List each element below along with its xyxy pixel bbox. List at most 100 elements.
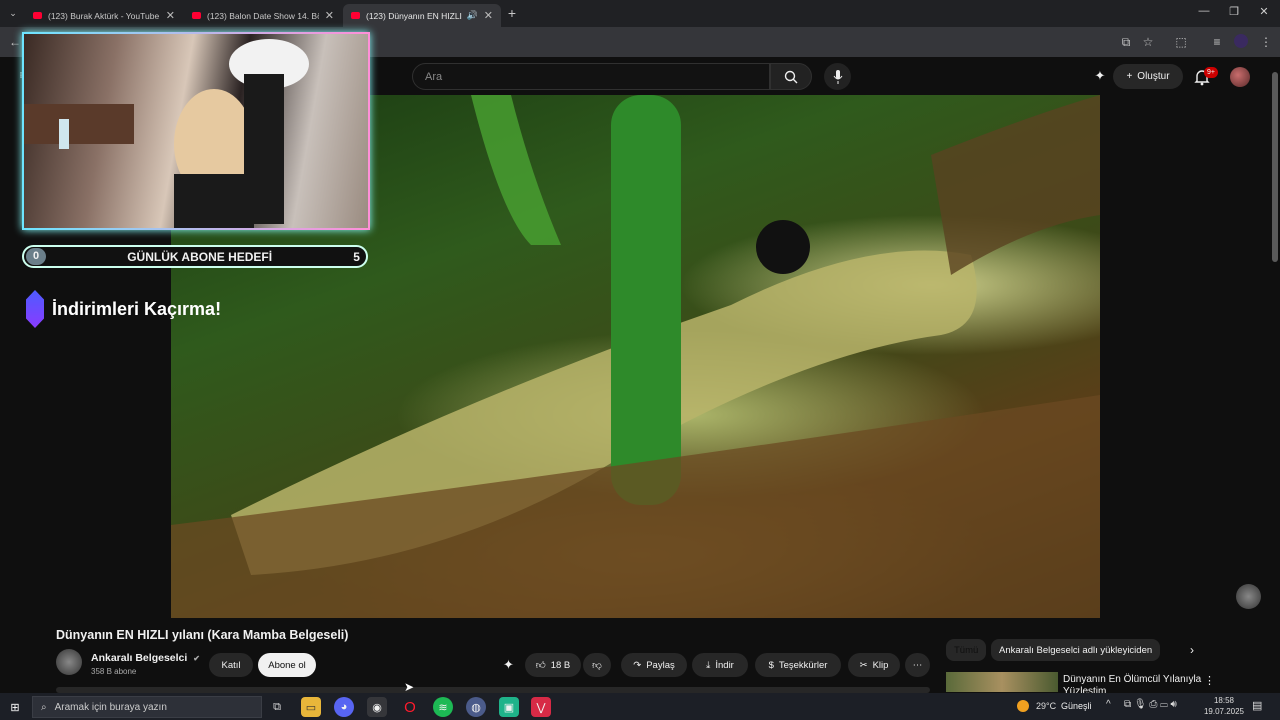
- thanks-label: Teşekkürler: [778, 659, 828, 671]
- tab-close-icon[interactable]: ✕: [166, 9, 175, 22]
- install-app-icon[interactable]: ⧉: [1117, 33, 1135, 51]
- tab-close-icon[interactable]: ✕: [325, 9, 334, 22]
- create-label: Oluştur: [1137, 71, 1170, 82]
- obs-icon[interactable]: ◍: [466, 697, 486, 717]
- search-icon: ⌕: [41, 701, 47, 713]
- taskbar-search-placeholder: Aramak için buraya yazın: [54, 701, 167, 713]
- youtube-favicon-icon: [351, 12, 360, 19]
- goal-target: 5: [353, 249, 360, 264]
- channel-avatar[interactable]: [56, 649, 82, 675]
- clip-button[interactable]: ✂ Klip: [848, 653, 900, 677]
- notification-center-icon[interactable]: ▤: [1252, 699, 1262, 712]
- verified-icon: ✔: [193, 654, 200, 663]
- menu-kebab-icon[interactable]: ⋮: [1257, 33, 1275, 51]
- weather-text[interactable]: Güneşli: [1061, 701, 1092, 711]
- media-control-icon[interactable]: ≡: [1208, 33, 1226, 51]
- thanks-icon: $: [768, 659, 774, 671]
- chip-all[interactable]: Tümü: [946, 639, 987, 661]
- opera-icon[interactable]: O: [400, 697, 420, 717]
- profile-icon[interactable]: [1234, 34, 1248, 48]
- bookmark-star-icon[interactable]: ☆: [1139, 33, 1157, 51]
- download-label: İndir: [715, 659, 734, 671]
- tab-audio-icon[interactable]: 🔊: [467, 10, 478, 21]
- search-input[interactable]: Ara: [412, 63, 770, 90]
- chip-from-uploader[interactable]: Ankaralı Belgeselci adlı yükleyiciden: [991, 639, 1161, 661]
- like-count: 18 B: [550, 659, 571, 671]
- tab-title: (123) Balon Date Show 14. Bölü: [207, 10, 319, 21]
- recommendation-menu-icon[interactable]: ⋮: [1204, 674, 1215, 687]
- thanks-button[interactable]: $ Teşekkürler: [755, 653, 841, 677]
- recommendation-thumbnail[interactable]: [946, 672, 1058, 692]
- microphone-icon: [833, 69, 842, 84]
- page-scrollbar[interactable]: [1272, 72, 1278, 262]
- dislike-button[interactable]: 👎︎: [583, 653, 611, 677]
- minimize-icon[interactable]: —: [1194, 5, 1214, 21]
- like-button[interactable]: 👍︎ 18 B: [525, 653, 581, 677]
- secondary-panel: [1100, 95, 1270, 618]
- task-view-icon[interactable]: ⧉: [267, 697, 287, 717]
- search-icon: [784, 70, 798, 83]
- chrome-icon[interactable]: ◉: [367, 697, 387, 717]
- mouse-cursor: ➤: [404, 680, 415, 694]
- more-horizontal-icon: ⋯: [912, 659, 923, 671]
- share-label: Paylaş: [646, 659, 675, 671]
- youtube-favicon-icon: [192, 12, 201, 19]
- subscriber-goal-bar: 0 GÜNLÜK ABONE HEDEFİ 5: [22, 245, 368, 268]
- taskbar-date[interactable]: 19.07.2025: [1202, 707, 1246, 716]
- tab-3-active[interactable]: (123) Dünyanın EN HIZLI yıl 🔊 ✕: [343, 4, 501, 27]
- video-title: Dünyanın EN HIZLI yılanı (Kara Mamba Bel…: [56, 628, 349, 642]
- promo-text: İndirimleri Kaçırma!: [52, 298, 222, 319]
- app-red-icon[interactable]: ⋁: [531, 697, 551, 717]
- download-button[interactable]: ⤓ İndir: [692, 653, 748, 677]
- clip-label: Klip: [872, 659, 889, 671]
- sparkle-icon[interactable]: ✦: [1092, 68, 1108, 84]
- goal-label: GÜNLÜK ABONE HEDEFİ: [127, 249, 273, 264]
- new-tab-button[interactable]: +: [503, 4, 521, 22]
- plus-icon: +: [1126, 71, 1133, 82]
- more-actions-button[interactable]: ⋯: [905, 653, 930, 677]
- taskbar-search[interactable]: ⌕ Aramak için buraya yazın: [32, 696, 262, 718]
- create-button[interactable]: + Oluştur: [1113, 64, 1183, 89]
- subscriber-count: 358 B abone: [91, 667, 137, 676]
- search-button[interactable]: [770, 63, 812, 90]
- extensions-icon[interactable]: ⬚: [1172, 33, 1190, 51]
- windows-start-icon[interactable]: ⊞: [5, 697, 25, 717]
- discord-icon[interactable]: ◕: [334, 697, 354, 717]
- join-button[interactable]: Katıl: [209, 653, 253, 677]
- restore-icon[interactable]: ❐: [1224, 5, 1244, 21]
- subscribe-button[interactable]: Abone ol: [258, 653, 316, 677]
- tab-title: (123) Dünyanın EN HIZLI yıl: [366, 10, 463, 21]
- download-icon: ⤓: [706, 659, 711, 671]
- goal-current: 0: [26, 248, 46, 265]
- voice-search-button[interactable]: [824, 63, 851, 90]
- notification-badge: 9+: [1204, 67, 1218, 78]
- chevron-right-icon[interactable]: ›: [1190, 643, 1194, 657]
- webcam-image: [24, 39, 309, 228]
- miniplayer-avatar[interactable]: [1236, 584, 1261, 609]
- ask-sparkle-icon[interactable]: ✦: [503, 657, 514, 673]
- channel-name[interactable]: Ankaralı Belgeselci ✔: [91, 652, 200, 664]
- thumbs-up-icon: 👍︎: [535, 660, 546, 671]
- share-button[interactable]: ↷ Paylaş: [621, 653, 687, 677]
- share-icon: ↷: [633, 659, 642, 671]
- weather-sun-icon[interactable]: [1017, 700, 1029, 712]
- channel-name-text: Ankaralı Belgeselci: [91, 652, 188, 664]
- youtube-favicon-icon: [33, 12, 42, 19]
- tab-search-icon[interactable]: ⌄: [4, 4, 22, 22]
- thumbs-down-icon: 👎︎: [592, 660, 602, 671]
- tray-chevron-icon[interactable]: ^: [1106, 699, 1111, 710]
- weather-temp[interactable]: 29°C: [1036, 701, 1056, 711]
- spotify-icon[interactable]: ≋: [433, 697, 453, 717]
- tab-2[interactable]: (123) Balon Date Show 14. Bölü ✕: [184, 4, 342, 27]
- scissors-icon: ✂: [859, 659, 868, 671]
- close-window-icon[interactable]: ✕: [1254, 5, 1274, 21]
- tray-icons[interactable]: ⧉ 🎙︎ ⎙ ▭ 🔊︎: [1124, 699, 1177, 710]
- tab-title: (123) Burak Aktürk - YouTube: [48, 10, 160, 21]
- account-avatar[interactable]: [1230, 67, 1250, 87]
- tab-1[interactable]: (123) Burak Aktürk - YouTube ✕: [25, 4, 183, 27]
- app-green-icon[interactable]: ▣: [499, 697, 519, 717]
- webcam-overlay: [22, 32, 370, 230]
- file-explorer-icon[interactable]: ▭: [301, 697, 321, 717]
- taskbar-time[interactable]: 18:58: [1204, 696, 1244, 705]
- tab-close-icon[interactable]: ✕: [484, 9, 493, 22]
